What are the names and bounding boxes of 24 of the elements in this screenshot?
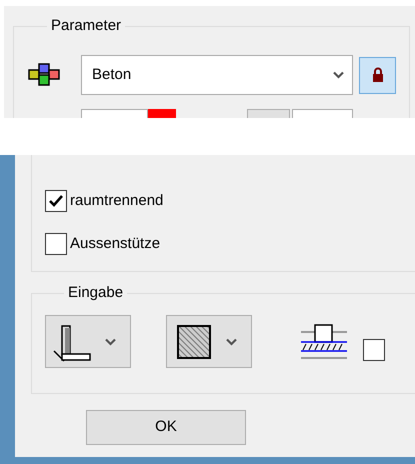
- field[interactable]: [292, 109, 353, 118]
- caret-icon: [226, 338, 237, 346]
- caret-icon: [105, 338, 116, 346]
- lock-icon: [372, 67, 384, 83]
- checkbox-label: Aussenstütze: [70, 234, 160, 254]
- placement-dropdown-button[interactable]: [45, 315, 131, 368]
- group-title: Parameter: [50, 17, 122, 35]
- field[interactable]: [81, 109, 148, 118]
- hatched-square-icon: [177, 324, 211, 358]
- color-swatch[interactable]: [148, 109, 176, 118]
- checkbox[interactable]: [363, 338, 385, 360]
- hatch-dropdown-button[interactable]: [166, 315, 252, 368]
- checkmark-icon: [49, 195, 63, 208]
- field[interactable]: [247, 109, 290, 118]
- material-icon: [28, 63, 60, 87]
- lock-button[interactable]: [359, 56, 396, 94]
- foundation-icon: [301, 324, 347, 360]
- group-title: Eingabe: [67, 284, 124, 302]
- caret-icon: [333, 71, 344, 79]
- checkbox[interactable]: [45, 232, 67, 255]
- ok-button[interactable]: OK: [86, 410, 246, 445]
- checkbox[interactable]: [45, 190, 67, 212]
- checkbox-label: raumtrennend: [70, 191, 164, 211]
- material-dropdown[interactable]: Beton: [81, 55, 353, 95]
